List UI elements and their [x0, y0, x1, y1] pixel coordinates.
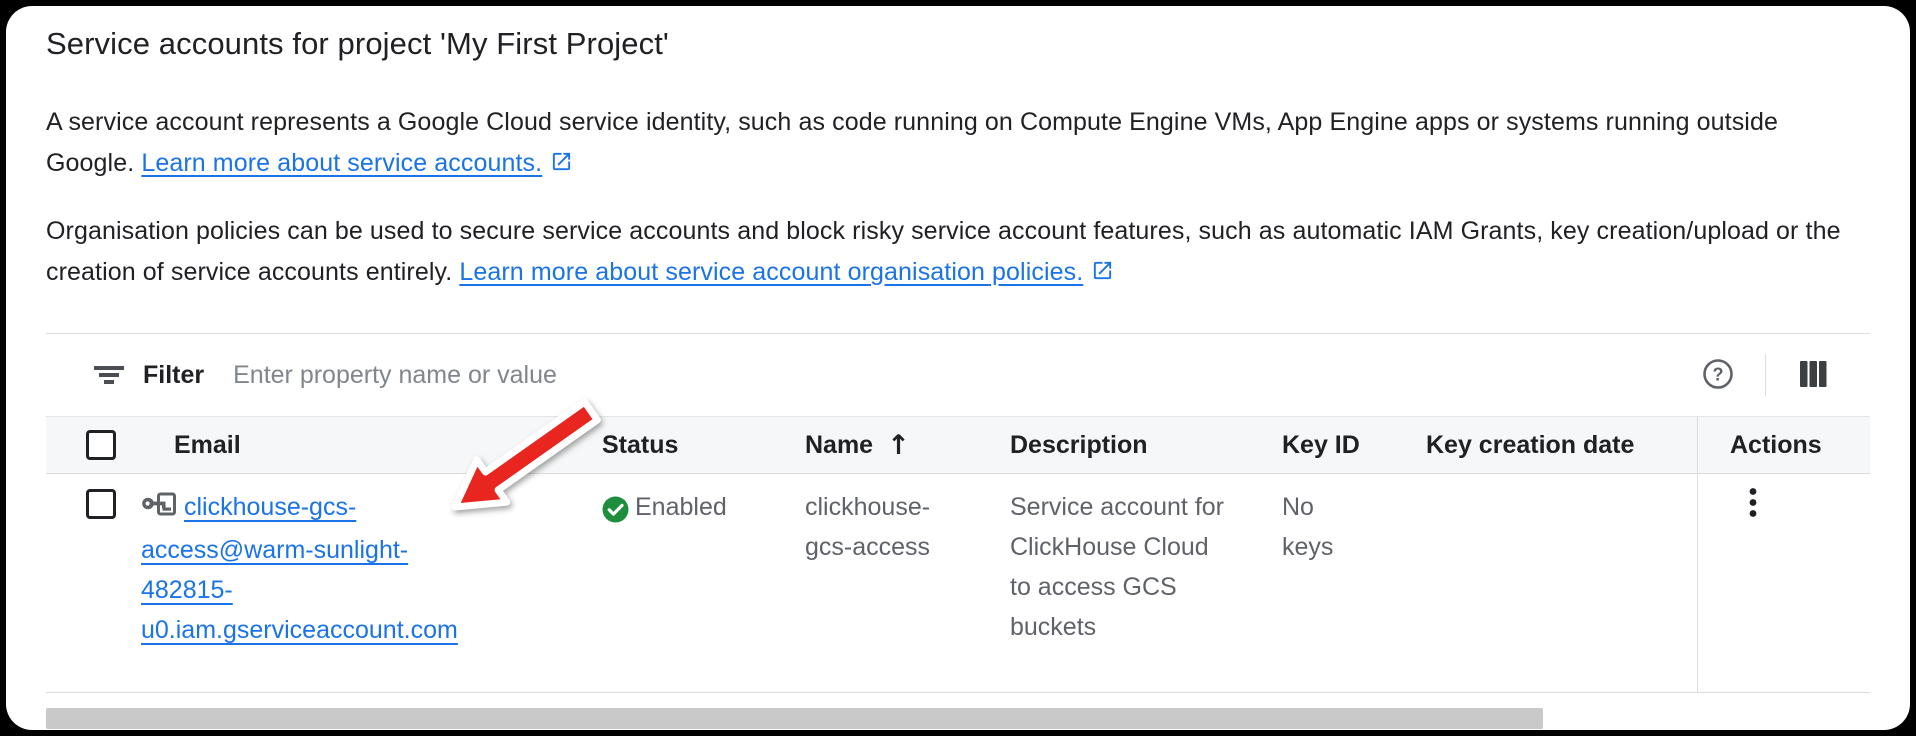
page-content: Service accounts for project 'My First P…: [6, 6, 1910, 295]
column-header-email[interactable]: Email: [141, 417, 598, 473]
key-id-cell: No keys: [1278, 474, 1422, 692]
column-display-icon: [1797, 358, 1829, 393]
learn-more-service-accounts-link[interactable]: Learn more about service accounts.: [141, 149, 542, 177]
more-vert-icon: [1749, 487, 1757, 522]
service-accounts-table: Filter ?: [46, 333, 1870, 693]
select-all-checkbox[interactable]: [86, 430, 116, 460]
column-header-description[interactable]: Description: [1006, 417, 1278, 473]
table-row: clickhouse-gcs-access@warm-sunlight-4828…: [46, 474, 1870, 693]
status-enabled-check-icon: [602, 495, 629, 535]
open-in-new-icon[interactable]: [1091, 254, 1114, 295]
learn-more-org-policies-link[interactable]: Learn more about service account organis…: [459, 258, 1083, 286]
intro-paragraph: A service account represents a Google Cl…: [46, 102, 1870, 186]
org-policy-paragraph: Organisation policies can be used to sec…: [46, 211, 1870, 295]
row-actions-button[interactable]: [1731, 482, 1775, 526]
vertical-divider: [1765, 354, 1766, 396]
filter-bar-actions: ?: [1695, 352, 1870, 398]
status-text: Enabled: [635, 487, 727, 527]
filter-input[interactable]: [231, 360, 1695, 391]
table-header-row: Email Status Name↑ Description Key ID Ke…: [46, 416, 1870, 474]
help-button[interactable]: ?: [1695, 352, 1741, 398]
sort-ascending-icon: ↑: [887, 430, 910, 461]
column-header-key-id[interactable]: Key ID: [1278, 417, 1422, 473]
horizontal-scrollbar-thumb[interactable]: [46, 708, 1543, 729]
service-account-email-link[interactable]: clickhouse-gcs-access@warm-sunlight-4828…: [141, 493, 458, 644]
column-header-status[interactable]: Status: [598, 417, 801, 473]
open-in-new-icon[interactable]: [550, 145, 573, 186]
actions-cell: [1697, 474, 1870, 692]
page-card: Service accounts for project 'My First P…: [6, 6, 1910, 730]
filter-label: Filter: [143, 361, 204, 390]
email-cell: clickhouse-gcs-access@warm-sunlight-4828…: [141, 474, 481, 692]
column-header-actions: Actions: [1697, 417, 1870, 473]
column-display-options-button[interactable]: [1790, 352, 1836, 398]
filter-icon: [92, 360, 126, 390]
page-title: Service accounts for project 'My First P…: [46, 22, 1870, 66]
description-cell: Service account for ClickHouse Cloud to …: [1006, 474, 1278, 692]
svg-text:?: ?: [1713, 364, 1724, 384]
row-checkbox[interactable]: [86, 489, 116, 519]
column-header-name[interactable]: Name↑: [801, 417, 1006, 473]
name-cell: clickhouse-gcs-access: [801, 474, 1006, 692]
select-all-cell: [46, 417, 141, 473]
key-creation-date-cell: [1422, 474, 1697, 692]
horizontal-scrollbar-track: [6, 708, 1910, 730]
service-account-key-icon: [141, 490, 178, 530]
row-select-cell: [46, 474, 141, 692]
status-cell: Enabled: [598, 474, 801, 692]
filter-bar: Filter ?: [46, 333, 1870, 416]
help-circle-icon: ?: [1701, 357, 1735, 394]
column-header-key-creation-date[interactable]: Key creation date: [1422, 417, 1697, 473]
